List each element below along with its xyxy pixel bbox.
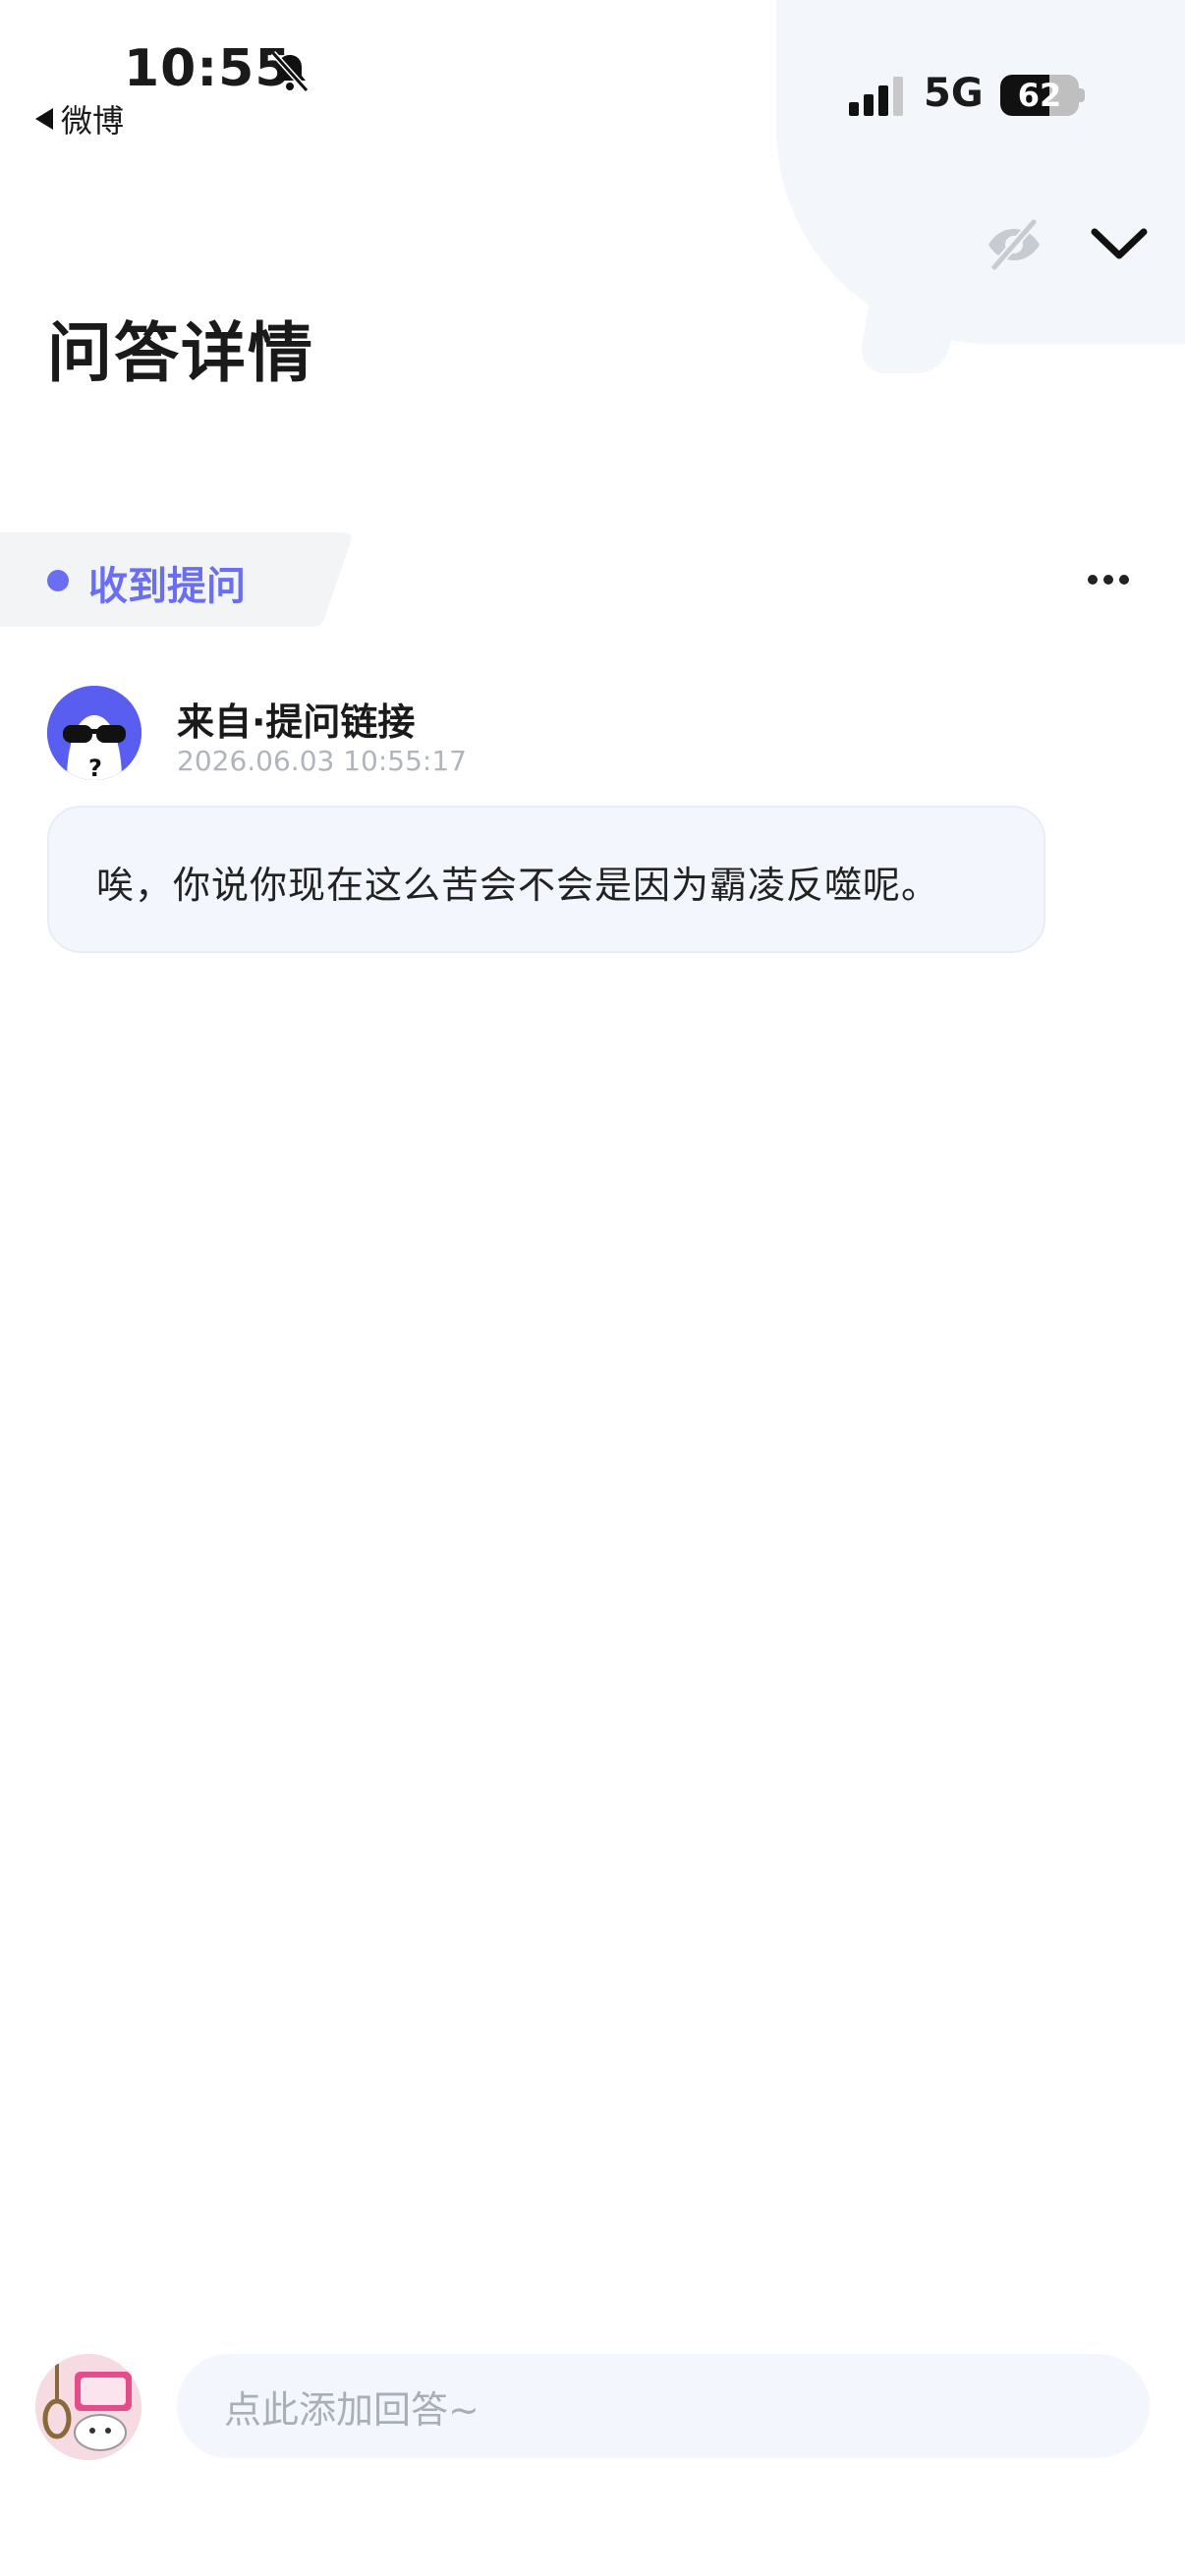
chevron-down-icon[interactable] [1089, 224, 1150, 263]
battery-cap [1079, 88, 1085, 102]
signal-icon [849, 77, 903, 116]
tag-dot [47, 570, 69, 591]
question-card: 唉，你说你现在这么苦会不会是因为霸凌反噬呢。 [47, 806, 1045, 953]
battery-icon: 62 [1000, 75, 1079, 116]
network-type: 5G [924, 71, 984, 116]
back-arrow-icon [35, 108, 53, 130]
asker-avatar[interactable]: ? [47, 686, 141, 780]
answer-input[interactable]: 点此添加回答~ [177, 2354, 1150, 2458]
page-title: 问答详情 [47, 315, 314, 391]
question-text: 唉，你说你现在这么苦会不会是因为霸凌反噬呢。 [96, 864, 940, 907]
status-time: 10:55 [124, 39, 292, 98]
question-source: 来自·提问链接 [177, 700, 416, 744]
anonymous-sunglasses-icon: ? [47, 686, 141, 780]
received-question-tag: 收到提问 [0, 532, 354, 627]
bell-muted-icon [270, 50, 310, 93]
tag-label: 收到提问 [88, 564, 246, 609]
my-avatar[interactable] [35, 2354, 141, 2460]
battery-percent: 62 [1017, 77, 1062, 114]
header-bubble-tail [857, 285, 961, 373]
sticker-avatar-icon [35, 2354, 141, 2460]
eye-off-icon[interactable] [985, 218, 1044, 271]
question-timestamp: 2026.06.03 10:55:17 [177, 745, 467, 777]
more-options-icon[interactable] [1087, 574, 1130, 586]
back-app-label: 微博 [61, 102, 125, 140]
header-bubble-background [776, 0, 1185, 344]
answer-input-placeholder: 点此添加回答~ [224, 2387, 480, 2432]
svg-text:?: ? [88, 755, 102, 780]
back-to-app-button[interactable]: 微博 [35, 96, 124, 141]
